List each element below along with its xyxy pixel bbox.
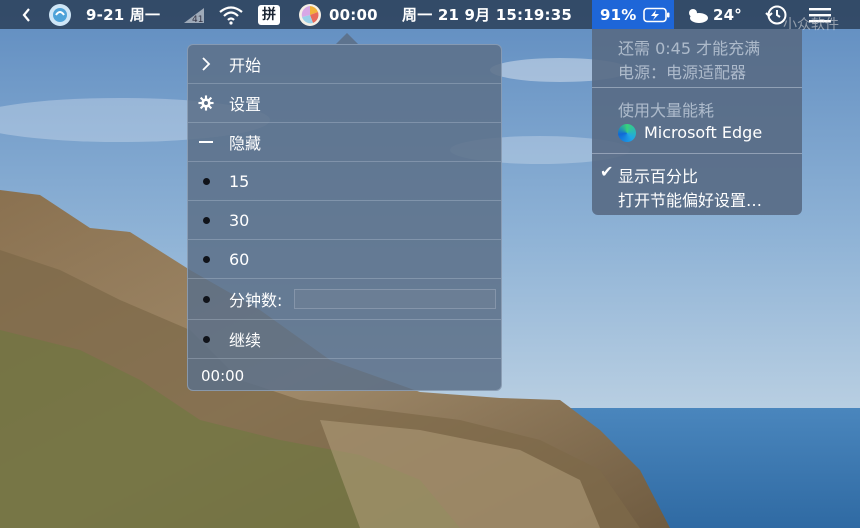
menu-item-label: 60 [229, 249, 250, 269]
chevron-right-icon [198, 45, 214, 84]
app-status-icon[interactable] [48, 0, 72, 29]
checkmark-icon: ✔ [600, 162, 614, 181]
menu-item-60[interactable]: 60 [188, 240, 501, 279]
menu-item-label: 30 [229, 210, 250, 230]
battery-dropdown-menu: 还需 0:45 才能充满 电源：电源适配器 使用大量能耗 Microsoft E… [592, 29, 802, 215]
show-percentage-item[interactable]: 显示百分比 [618, 163, 698, 187]
timer-dropdown-menu: 开始 设置 隐藏 15 30 60 分钟数: 继续 00:00 [187, 44, 502, 391]
menu-item-label: 15 [229, 171, 250, 191]
bullet-icon [198, 162, 214, 201]
menu-bar: 9-21 周一 41 拼 00:00 周一 21 9月 15:19:35 91% [0, 0, 860, 29]
gear-icon [198, 84, 214, 123]
microsoft-edge-icon [618, 124, 636, 142]
menu-separator [592, 153, 802, 154]
menubar-date[interactable]: 9-21 周一 [86, 0, 160, 29]
input-method-label: 拼 [258, 4, 280, 25]
menubar-timer[interactable]: 00:00 [329, 0, 378, 29]
menubar-datetime[interactable]: 周一 21 9月 15:19:35 [402, 0, 572, 29]
menu-separator [592, 87, 802, 88]
menu-item-minutes: 分钟数: [188, 279, 501, 320]
menu-item-label: 设置 [229, 95, 262, 114]
menu-item-continue[interactable]: 继续 [188, 320, 501, 359]
timer-app-icon[interactable] [298, 0, 322, 29]
heavy-usage-title: 使用大量能耗 [618, 101, 715, 120]
menu-item-label: 隐藏 [229, 134, 262, 153]
battery-status-item[interactable]: 91% [592, 0, 674, 29]
menu-item-label: 开始 [229, 56, 262, 75]
weather-icon[interactable] [684, 0, 710, 29]
open-energy-prefs-item[interactable]: 打开节能偏好设置… [618, 187, 762, 211]
timer-menu-arrow [336, 33, 358, 44]
menu-item-hide[interactable]: 隐藏 [188, 123, 501, 162]
bullet-icon [198, 240, 214, 279]
menu-item-15[interactable]: 15 [188, 162, 501, 201]
bullet-icon [198, 279, 214, 320]
signal-icon[interactable]: 41 [182, 0, 208, 29]
minutes-input[interactable] [294, 289, 496, 309]
weather-temperature[interactable]: 24° [713, 0, 742, 29]
battery-time-remaining: 还需 0:45 才能充满 [618, 39, 761, 58]
battery-power-source: 电源：电源适配器 [618, 63, 747, 82]
battery-percent: 91% [600, 5, 637, 24]
heavy-usage-app[interactable]: Microsoft Edge [644, 123, 762, 142]
battery-charging-icon [642, 7, 670, 22]
timer-footer-time: 00:00 [201, 367, 245, 385]
chevron-left-icon[interactable] [22, 0, 32, 29]
menu-item-label: 继续 [229, 331, 262, 350]
menu-item-30[interactable]: 30 [188, 201, 501, 240]
menu-item-label: 分钟数: [229, 291, 283, 310]
menu-item-start[interactable]: 开始 [188, 45, 501, 84]
wifi-icon[interactable] [218, 0, 244, 29]
signal-badge-number: 41 [192, 15, 203, 25]
bullet-icon [198, 201, 214, 240]
menu-item-settings[interactable]: 设置 [188, 84, 501, 123]
bullet-icon [198, 320, 214, 359]
dash-icon [198, 123, 214, 162]
input-method-icon[interactable]: 拼 [258, 0, 280, 29]
